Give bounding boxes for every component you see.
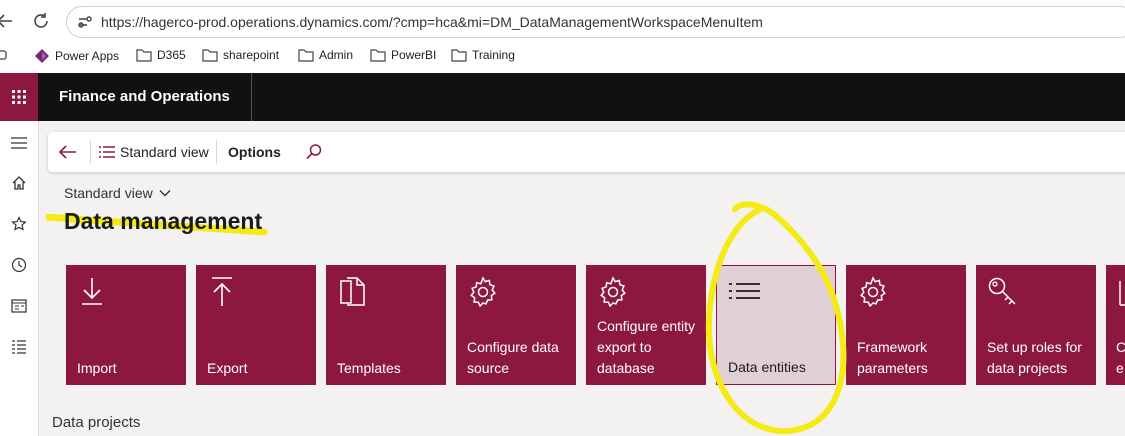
tile-label: Framework parameters <box>857 339 928 376</box>
chevron-down-icon <box>159 190 171 197</box>
refresh-icon[interactable] <box>30 12 52 34</box>
action-separator <box>216 140 217 164</box>
url-text: https://hagerco-prod.operations.dynamics… <box>101 14 763 30</box>
star-favorites-icon[interactable] <box>5 210 33 238</box>
tile-configure-data-source[interactable]: Configure data source <box>456 265 576 385</box>
list-view-icon <box>99 146 115 158</box>
bookmark-label: D365 <box>157 48 186 62</box>
clock-recent-icon[interactable] <box>5 251 33 279</box>
tile-partial-right[interactable]: C e <box>1106 265 1125 385</box>
search-icon <box>306 144 322 160</box>
bookmark-label: Training <box>472 48 515 62</box>
app-bar-divider <box>251 73 252 121</box>
app-title[interactable]: Finance and Operations <box>59 88 230 105</box>
tile-label: Configure entity export to database <box>597 318 696 376</box>
section-label: Data projects <box>52 414 141 431</box>
left-navigation <box>0 121 39 436</box>
view-selector[interactable]: Standard view <box>64 185 171 201</box>
back-button[interactable] <box>58 132 78 172</box>
home-icon[interactable] <box>5 169 33 197</box>
folder-icon <box>202 49 218 62</box>
list-icon <box>729 283 760 299</box>
bookmark-d365[interactable]: D365 <box>136 48 186 62</box>
folder-icon <box>370 49 386 62</box>
tile-label: Templates <box>337 360 401 376</box>
power-apps-icon <box>35 49 49 63</box>
tile-label: Set up roles for data projects <box>987 339 1082 376</box>
tile-templates[interactable]: Templates <box>326 265 446 385</box>
tile-import[interactable]: Import <box>66 265 186 385</box>
action-pane: Standard view Options <box>48 132 1125 172</box>
folder-icon <box>451 49 467 62</box>
back-arrow-icon <box>58 145 76 159</box>
page-title: Data management <box>64 208 263 234</box>
gear-icon <box>860 276 886 308</box>
bookmark-label: PowerBI <box>391 48 437 62</box>
tile-set-up-roles[interactable]: Set up roles for data projects <box>976 265 1096 385</box>
import-arrow-icon <box>82 278 102 305</box>
bookmark-label: Power Apps <box>55 49 120 63</box>
templates-icon <box>340 277 365 306</box>
bookmarks-bar: Power Apps D365 sharepoint Admin PowerBI… <box>0 44 1125 70</box>
action-separator <box>90 140 91 164</box>
view-selector-label: Standard view <box>64 185 153 201</box>
tile-configure-entity-export[interactable]: Configure entity export to database <box>586 265 706 385</box>
bookmark-admin[interactable]: Admin <box>298 48 353 62</box>
gear-icon <box>470 276 496 308</box>
bookmark-sharepoint[interactable]: sharepoint <box>202 48 279 62</box>
browser-chrome: https://hagerco-prod.operations.dynamics… <box>0 0 1125 73</box>
standard-view-button[interactable]: Standard view <box>98 132 209 172</box>
tile-label: Data entities <box>728 359 806 375</box>
tile-label: Import <box>77 360 117 376</box>
chart-icon <box>1119 281 1125 306</box>
tile-data-entities[interactable]: Data entities <box>716 265 836 385</box>
folder-icon <box>136 49 152 62</box>
bookmark-power-apps[interactable]: Power Apps <box>34 48 119 64</box>
key-icon <box>988 277 1016 305</box>
gear-icon <box>600 276 626 308</box>
address-bar[interactable]: https://hagerco-prod.operations.dynamics… <box>66 6 1125 38</box>
standard-view-label: Standard view <box>120 144 209 160</box>
app-bar: Finance and Operations <box>0 73 1125 121</box>
search-button[interactable] <box>305 132 323 172</box>
app-launcher-waffle-icon[interactable] <box>0 73 38 121</box>
back-arrow-icon[interactable] <box>0 12 16 34</box>
bookmark-powerbi[interactable]: PowerBI <box>370 48 436 62</box>
site-info-icon[interactable] <box>77 14 93 35</box>
modules-list-icon[interactable] <box>5 333 33 361</box>
bookmark-reading-icon[interactable] <box>0 48 8 62</box>
tile-export[interactable]: Export <box>196 265 316 385</box>
options-tab[interactable]: Options <box>228 132 281 172</box>
tile-label: C e <box>1116 339 1125 376</box>
hamburger-menu-icon[interactable] <box>5 129 33 157</box>
tile-label: Export <box>207 360 248 376</box>
bookmark-training[interactable]: Training <box>451 48 515 62</box>
export-arrow-icon <box>212 277 232 306</box>
bookmark-label: Admin <box>319 48 354 62</box>
workspaces-icon[interactable] <box>5 292 33 320</box>
tile-framework-parameters[interactable]: Framework parameters <box>846 265 966 385</box>
data-projects-section-heading[interactable]: Data projects <box>52 414 140 431</box>
folder-icon <box>298 49 314 62</box>
tile-label: Configure data source <box>467 339 559 376</box>
bookmark-label: sharepoint <box>223 48 280 62</box>
